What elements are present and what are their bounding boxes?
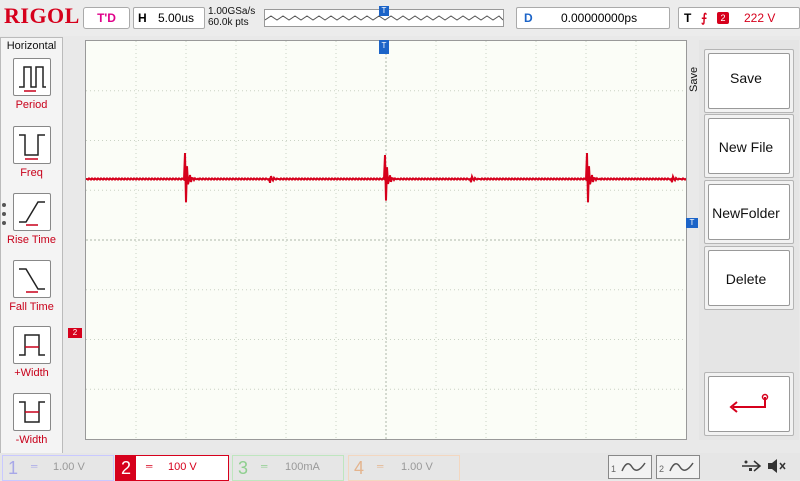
ch2-waveform-trace [86, 152, 686, 203]
menu-item-label: Period [15, 99, 48, 111]
sine-wave-icon [669, 462, 694, 472]
sine-wave-icon [621, 462, 646, 472]
coupling-dc-icon: ═ [146, 461, 153, 471]
back-button[interactable] [704, 372, 794, 436]
menu-item-label: +Width [14, 367, 49, 379]
coupling-dc-icon: ═ [261, 461, 268, 471]
trigger-position-marker[interactable]: T [379, 40, 389, 54]
button-label: New File [718, 139, 774, 155]
channel-2-box[interactable]: 2 ═ 100 V [115, 455, 229, 481]
channel-scale: 1.00 V [53, 461, 85, 473]
button-label: Delete [725, 271, 767, 287]
trigger-source-badge: 2 [717, 12, 729, 24]
channel-4-box[interactable]: 4 ═ 1.00 V [348, 455, 460, 481]
run-state-indicator[interactable]: T'D [83, 7, 130, 29]
channel-number: 2 [116, 456, 136, 480]
menu-item-label: Rise Time [7, 234, 56, 246]
menu-item-freq[interactable]: Freq [1, 124, 62, 186]
trigger-level-marker[interactable]: T [686, 218, 698, 228]
menu-item-fall-time[interactable]: Fall Time [1, 258, 62, 320]
timebase-value: 5.00us [158, 11, 195, 25]
menu-title: Horizontal [6, 40, 57, 52]
period-measure-icon [13, 58, 51, 96]
button-label: NewFolder [712, 205, 780, 221]
rigol-logo: RIGOL [4, 3, 80, 28]
new-file-button[interactable]: New File [704, 114, 794, 178]
negative-width-icon [13, 393, 51, 431]
menu-title: Save [688, 66, 700, 92]
trigger-key: T [684, 11, 692, 25]
sample-rate: 1.00GSa/s [208, 6, 256, 17]
memory-trigger-marker: T [379, 6, 389, 16]
acquisition-info: 1.00GSa/s 60.0k pts [208, 6, 255, 28]
channel-3-box[interactable]: 3 ═ 100mA [232, 455, 344, 481]
menu-item-period[interactable]: Period [1, 56, 62, 118]
menu-item-label: -Width [15, 434, 48, 446]
channel-scale: 100 V [168, 461, 197, 473]
menu-item-negative-width[interactable]: -Width [1, 391, 62, 453]
math-1-button[interactable]: 1 [608, 455, 652, 479]
rising-edge-icon: ⨍ [701, 11, 708, 25]
delete-button[interactable]: Delete [704, 246, 794, 310]
horizontal-measure-menu: Horizontal Period Freq Rise Time Fall Ti… [0, 37, 63, 454]
menu-item-label: Freq [20, 167, 43, 179]
channel-number: 4 [353, 458, 364, 478]
channel-number: 1 [7, 458, 18, 478]
channel-1-box[interactable]: 1 ═ 1.00 V [2, 455, 114, 481]
positive-width-icon [13, 326, 51, 364]
trigger-box[interactable]: T ⨍ 2 222 V [678, 7, 800, 29]
menu-item-positive-width[interactable]: +Width [1, 324, 62, 386]
graticule-and-waveform [86, 41, 686, 439]
frequency-measure-icon [13, 126, 51, 164]
coupling-dc-icon: ═ [31, 461, 38, 471]
delay-key: D [524, 11, 533, 25]
coupling-dc-icon: ═ [377, 461, 384, 471]
delay-value: 0.00000000ps [561, 11, 638, 25]
ch2-offset-marker[interactable]: 2 [68, 328, 82, 338]
menu-item-label: Fall Time [9, 301, 54, 313]
channel-scale: 100mA [285, 461, 320, 473]
math-number: 1 [611, 464, 617, 474]
new-folder-button[interactable]: NewFolder [704, 180, 794, 244]
rise-time-icon [13, 193, 51, 231]
memory-depth: 60.0k pts [208, 17, 249, 28]
save-button[interactable]: Save [704, 49, 794, 113]
channel-number: 3 [237, 458, 248, 478]
horizontal-timebase-box[interactable]: H 5.00us [133, 7, 205, 29]
menu-item-rise-time[interactable]: Rise Time [1, 191, 62, 253]
math-2-button[interactable]: 2 [656, 455, 700, 479]
channel-scale: 1.00 V [401, 461, 433, 473]
delay-box[interactable]: D 0.00000000ps [516, 7, 670, 29]
math-number: 2 [659, 464, 665, 474]
return-arrow-icon [729, 393, 769, 413]
waveform-display[interactable] [85, 40, 687, 440]
horizontal-key: H [138, 11, 147, 25]
trigger-level: 222 V [744, 11, 776, 25]
fall-time-icon [13, 260, 51, 298]
usb-icon [742, 460, 762, 472]
speaker-mute-icon[interactable] [765, 456, 787, 476]
button-label: Save [730, 70, 762, 86]
